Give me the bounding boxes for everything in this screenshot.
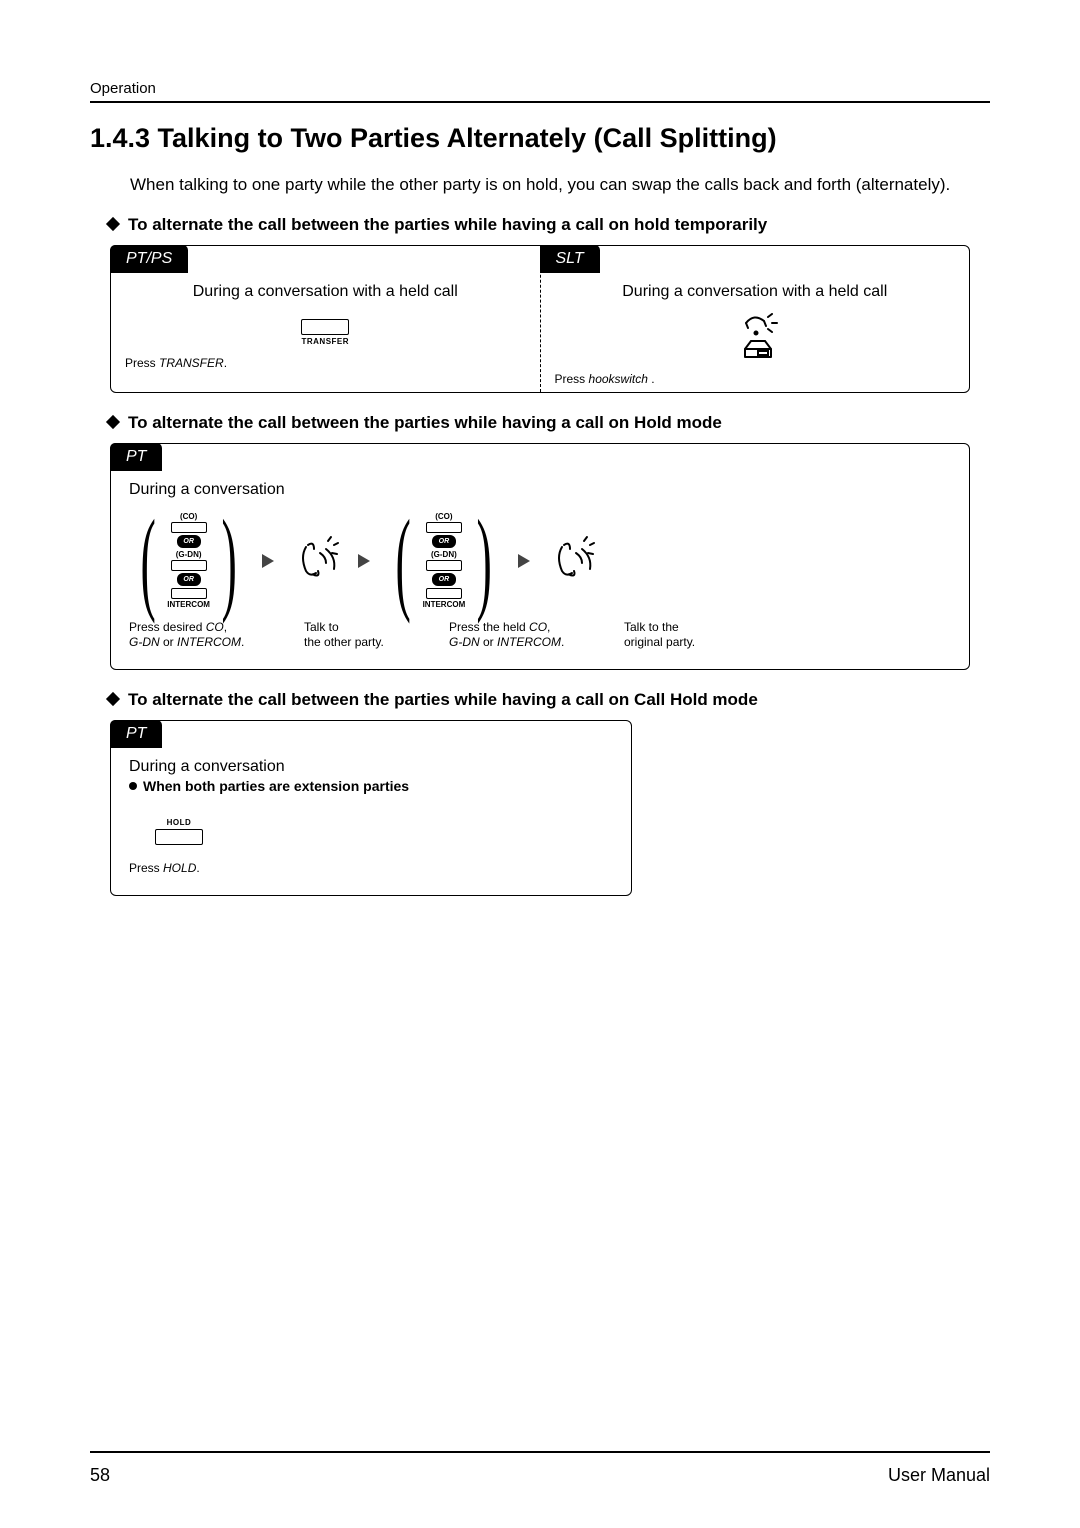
or-pill: OR bbox=[177, 535, 201, 548]
caption-step1: Press desired CO, G-DN or INTERCOM. bbox=[129, 620, 304, 649]
arrow-icon bbox=[358, 554, 370, 568]
header-breadcrumb: Operation bbox=[90, 80, 990, 97]
gdn-key-icon bbox=[171, 560, 207, 571]
step3-keys: ( (CO) OR (G-DN) OR INTERCOM ) bbox=[384, 509, 503, 613]
intro-text: When talking to one party while the othe… bbox=[130, 174, 990, 197]
caption1r-pre: Press bbox=[555, 372, 589, 386]
footer-rule bbox=[90, 1451, 990, 1453]
tab-right: SLT bbox=[540, 245, 600, 273]
intercom-key-icon bbox=[426, 588, 462, 599]
or-pill: OR bbox=[177, 573, 201, 586]
during-left: During a conversation with a held call bbox=[193, 273, 458, 309]
tab-left: PT/PS bbox=[110, 245, 188, 273]
bullet-icon bbox=[129, 782, 137, 790]
tab-pt: PT bbox=[110, 443, 162, 471]
caption1r-post: . bbox=[648, 372, 655, 386]
label-co: (CO) bbox=[435, 512, 452, 521]
caption-step3: Press the held CO, G-DN or INTERCOM. bbox=[449, 620, 624, 649]
intercom-key-icon bbox=[171, 588, 207, 599]
gdn-key-icon bbox=[426, 560, 462, 571]
page: Operation 1.4.3 Talking to Two Parties A… bbox=[0, 0, 1080, 1528]
box1-right: SLT During a conversation with a held ca… bbox=[541, 246, 970, 392]
or-pill: OR bbox=[432, 535, 456, 548]
label-intercom: INTERCOM bbox=[167, 600, 210, 609]
label-gdn: (G-DN) bbox=[176, 550, 202, 559]
during-right: During a conversation with a held call bbox=[622, 273, 887, 309]
hold-key-label: HOLD bbox=[167, 818, 192, 827]
arrow-icon bbox=[518, 554, 530, 568]
during-3: During a conversation bbox=[129, 758, 613, 776]
subheading-2: To alternate the call between the partie… bbox=[108, 413, 990, 433]
or-pill: OR bbox=[432, 573, 456, 586]
caption1-post: . bbox=[224, 356, 227, 370]
diamond-icon bbox=[106, 692, 120, 706]
hold-key-icon: HOLD bbox=[155, 818, 613, 845]
procedure-box-3: PT During a conversation When both parti… bbox=[110, 720, 632, 896]
diamond-icon bbox=[106, 415, 120, 429]
caption3-it: HOLD bbox=[163, 861, 196, 875]
procedure-box-1: PT/PS During a conversation with a held … bbox=[110, 245, 970, 393]
caption3-post: . bbox=[196, 861, 199, 875]
hookswitch-icon bbox=[728, 313, 782, 366]
step1-keys: ( (CO) OR (G-DN) OR INTERCOM ) bbox=[129, 509, 248, 613]
diamond-icon bbox=[106, 217, 120, 231]
label-gdn: (G-DN) bbox=[431, 550, 457, 559]
footer: 58 User Manual bbox=[90, 1465, 990, 1486]
talk-icon-1 bbox=[288, 533, 344, 589]
co-key-icon bbox=[426, 522, 462, 533]
during-2: During a conversation bbox=[129, 481, 951, 499]
caption-step4: Talk to theoriginal party. bbox=[624, 620, 695, 649]
subheading-1: To alternate the call between the partie… bbox=[108, 215, 990, 235]
caption1-pre: Press bbox=[125, 356, 159, 370]
section-title: 1.4.3 Talking to Two Parties Alternately… bbox=[90, 123, 990, 154]
caption3-pre: Press bbox=[129, 861, 163, 875]
subheading-3-text: To alternate the call between the partie… bbox=[128, 690, 758, 709]
condition-3: When both parties are extension parties bbox=[129, 778, 613, 794]
arrow-icon bbox=[262, 554, 274, 568]
page-number: 58 bbox=[90, 1465, 110, 1486]
label-co: (CO) bbox=[180, 512, 197, 521]
caption-step2: Talk tothe other party. bbox=[304, 620, 449, 649]
tab-pt-3: PT bbox=[110, 720, 162, 748]
subheading-2-text: To alternate the call between the partie… bbox=[128, 413, 722, 432]
label-intercom: INTERCOM bbox=[423, 600, 466, 609]
caption1r-it: hookswitch bbox=[589, 372, 648, 386]
subheading-3: To alternate the call between the partie… bbox=[108, 690, 990, 710]
talk-icon-2 bbox=[544, 533, 600, 589]
procedure-box-2: PT During a conversation ( (CO) OR (G-DN… bbox=[110, 443, 970, 670]
transfer-key-label: TRANSFER bbox=[301, 337, 349, 346]
footer-title: User Manual bbox=[888, 1465, 990, 1486]
co-key-icon bbox=[171, 522, 207, 533]
subheading-1-text: To alternate the call between the partie… bbox=[128, 215, 767, 234]
header-rule bbox=[90, 101, 990, 103]
box1-left: PT/PS During a conversation with a held … bbox=[111, 246, 540, 392]
caption1-it: TRANSFER bbox=[159, 356, 224, 370]
transfer-key-icon: TRANSFER bbox=[301, 319, 349, 346]
